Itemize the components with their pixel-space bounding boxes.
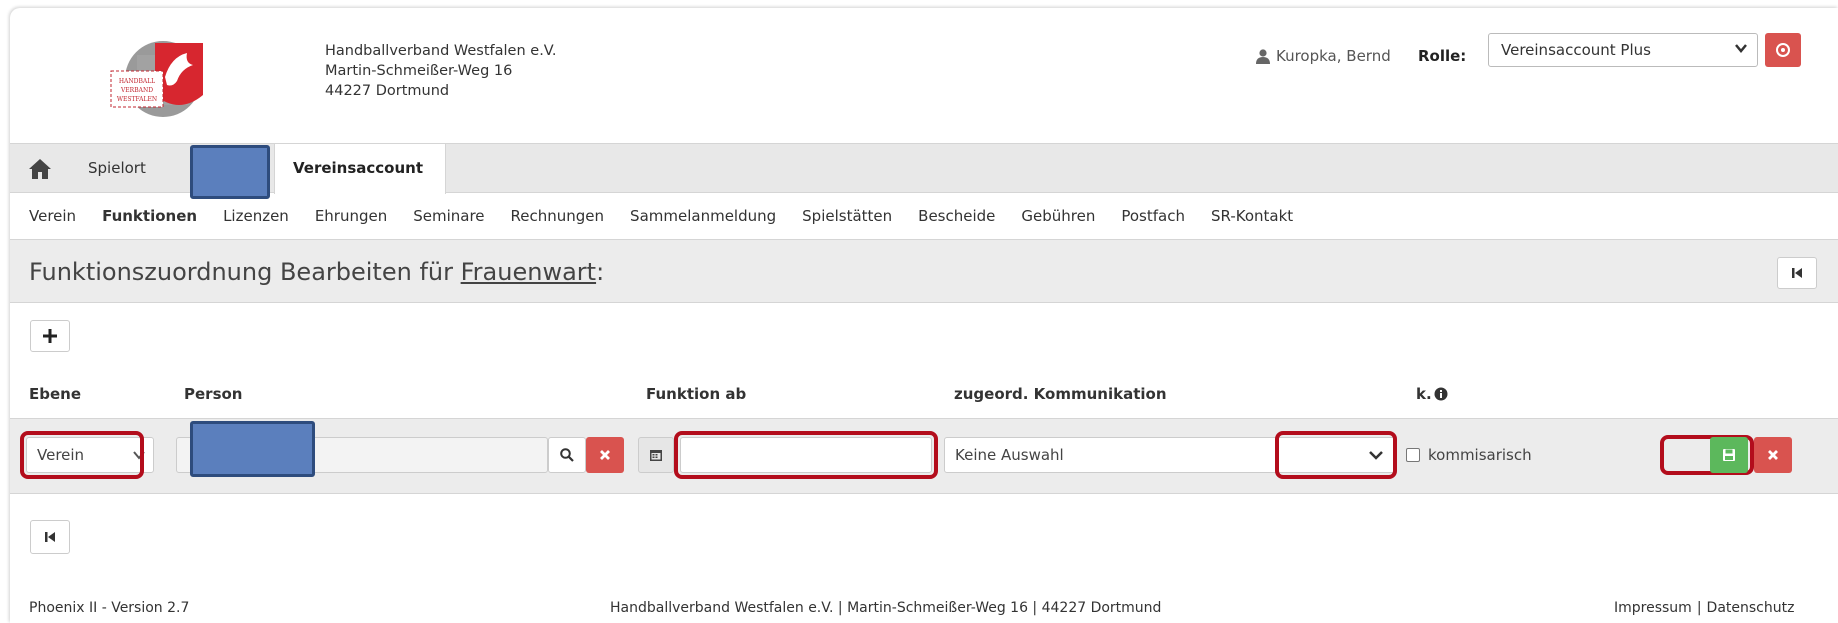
tab-spielort[interactable]: Spielort (88, 159, 146, 177)
col-funktion-ab: Funktion ab (646, 385, 747, 403)
col-kommissarisch: k. (1416, 385, 1448, 403)
person-search-button[interactable] (548, 437, 586, 473)
close-icon (1768, 450, 1778, 460)
role-label: Rolle: (1418, 47, 1467, 65)
footer-links: Impressum | Datenschutz (1614, 600, 1794, 616)
assignment-row: Verein Keine Auswahl kommisarisch (10, 418, 1838, 494)
tab-vereinsaccount[interactable]: Vereinsaccount (274, 143, 446, 194)
current-user[interactable]: Kuropka, Bernd (1256, 47, 1391, 65)
chevron-down-icon (1735, 42, 1747, 58)
cancel-button[interactable] (1754, 437, 1792, 473)
org-street: Martin-Schmeißer-Weg 16 (325, 63, 513, 79)
user-icon (1256, 48, 1270, 64)
title-bar: Funktionszuordnung Bearbeiten für Frauen… (10, 240, 1838, 303)
save-icon (1723, 449, 1735, 461)
title-link[interactable]: Frauenwart (461, 258, 596, 286)
kommunikation-value: Keine Auswahl (955, 446, 1064, 464)
info-icon[interactable] (1434, 387, 1448, 401)
close-icon (600, 450, 610, 460)
tab-bar: Spielort Vereinsaccount (10, 143, 1838, 199)
title-prefix: Funktionszuordnung Bearbeiten für (29, 258, 453, 286)
step-backward-icon (1792, 268, 1802, 278)
redacted-tab (190, 145, 270, 199)
role-select[interactable]: Vereinsaccount Plus (1488, 33, 1758, 67)
col-k-label: k. (1416, 385, 1432, 403)
col-person: Person (184, 385, 243, 403)
nav-item-sr-kontakt[interactable]: SR-Kontakt (1211, 207, 1293, 225)
kommissarisch-label: kommisarisch (1428, 446, 1532, 464)
logout-button[interactable] (1765, 33, 1801, 67)
impressum-link[interactable]: Impressum (1614, 600, 1692, 616)
nav-item-spielstätten[interactable]: Spielstätten (802, 207, 892, 225)
nav-item-gebühren[interactable]: Gebühren (1021, 207, 1095, 225)
svg-text:HANDBALL: HANDBALL (119, 78, 155, 85)
home-icon[interactable] (28, 158, 52, 180)
datenschutz-link[interactable]: Datenschutz (1707, 600, 1795, 616)
plus-icon (43, 329, 57, 343)
footer-version: Phoenix II - Version 2.7 (29, 600, 190, 616)
nav-item-rechnungen[interactable]: Rechnungen (511, 207, 605, 225)
nav-item-seminare[interactable]: Seminare (413, 207, 484, 225)
footer-separator: | (1696, 600, 1702, 616)
save-button[interactable] (1710, 437, 1748, 473)
org-city: 44227 Dortmund (325, 83, 450, 99)
highlight-funktion-ab (674, 431, 938, 479)
nav-item-bescheide[interactable]: Bescheide (918, 207, 995, 225)
svg-text:WESTFALEN: WESTFALEN (117, 96, 157, 103)
title-suffix: : (596, 258, 605, 286)
search-icon (560, 448, 574, 462)
footer-address: Handballverband Westfalen e.V. | Martin-… (610, 600, 1162, 616)
step-backward-icon (45, 532, 55, 542)
highlight-kommunikation (1275, 431, 1397, 479)
org-logo: HANDBALL VERBAND WESTFALEN (107, 35, 211, 121)
page-title: Funktionszuordnung Bearbeiten für Frauen… (29, 258, 604, 286)
svg-text:VERBAND: VERBAND (120, 87, 153, 94)
kommissarisch-checkbox[interactable]: kommisarisch (1406, 446, 1532, 464)
nav-item-lizenzen[interactable]: Lizenzen (223, 207, 289, 225)
user-name: Kuropka, Bernd (1276, 47, 1391, 65)
sub-navigation: Verein Funktionen Lizenzen Ehrungen Seminare… (10, 193, 1838, 240)
person-clear-button[interactable] (586, 437, 624, 473)
nav-item-verein[interactable]: Verein (29, 207, 76, 225)
calendar-button[interactable] (638, 437, 674, 473)
calendar-icon (650, 450, 662, 461)
org-address: Handballverband Westfalen e.V. Martin-Sc… (325, 41, 556, 101)
add-button[interactable] (30, 320, 70, 352)
role-value: Vereinsaccount Plus (1501, 41, 1651, 59)
back-to-start-button-bottom[interactable] (30, 520, 70, 554)
org-name: Handballverband Westfalen e.V. (325, 43, 557, 59)
back-to-start-button[interactable] (1777, 257, 1817, 289)
nav-item-postfach[interactable]: Postfach (1121, 207, 1185, 225)
nav-item-ehrungen[interactable]: Ehrungen (315, 207, 387, 225)
col-ebene: Ebene (29, 385, 82, 403)
nav-item-funktionen[interactable]: Funktionen (102, 207, 197, 225)
app-frame: HANDBALL VERBAND WESTFALEN Handballverba… (10, 8, 1838, 623)
power-icon (1776, 43, 1790, 57)
checkbox[interactable] (1406, 448, 1420, 462)
redacted-person (190, 421, 315, 477)
nav-item-sammelanmeldung[interactable]: Sammelanmeldung (630, 207, 776, 225)
highlight-ebene (20, 431, 144, 479)
col-kommunikation: zugeord. Kommunikation (954, 385, 1167, 403)
